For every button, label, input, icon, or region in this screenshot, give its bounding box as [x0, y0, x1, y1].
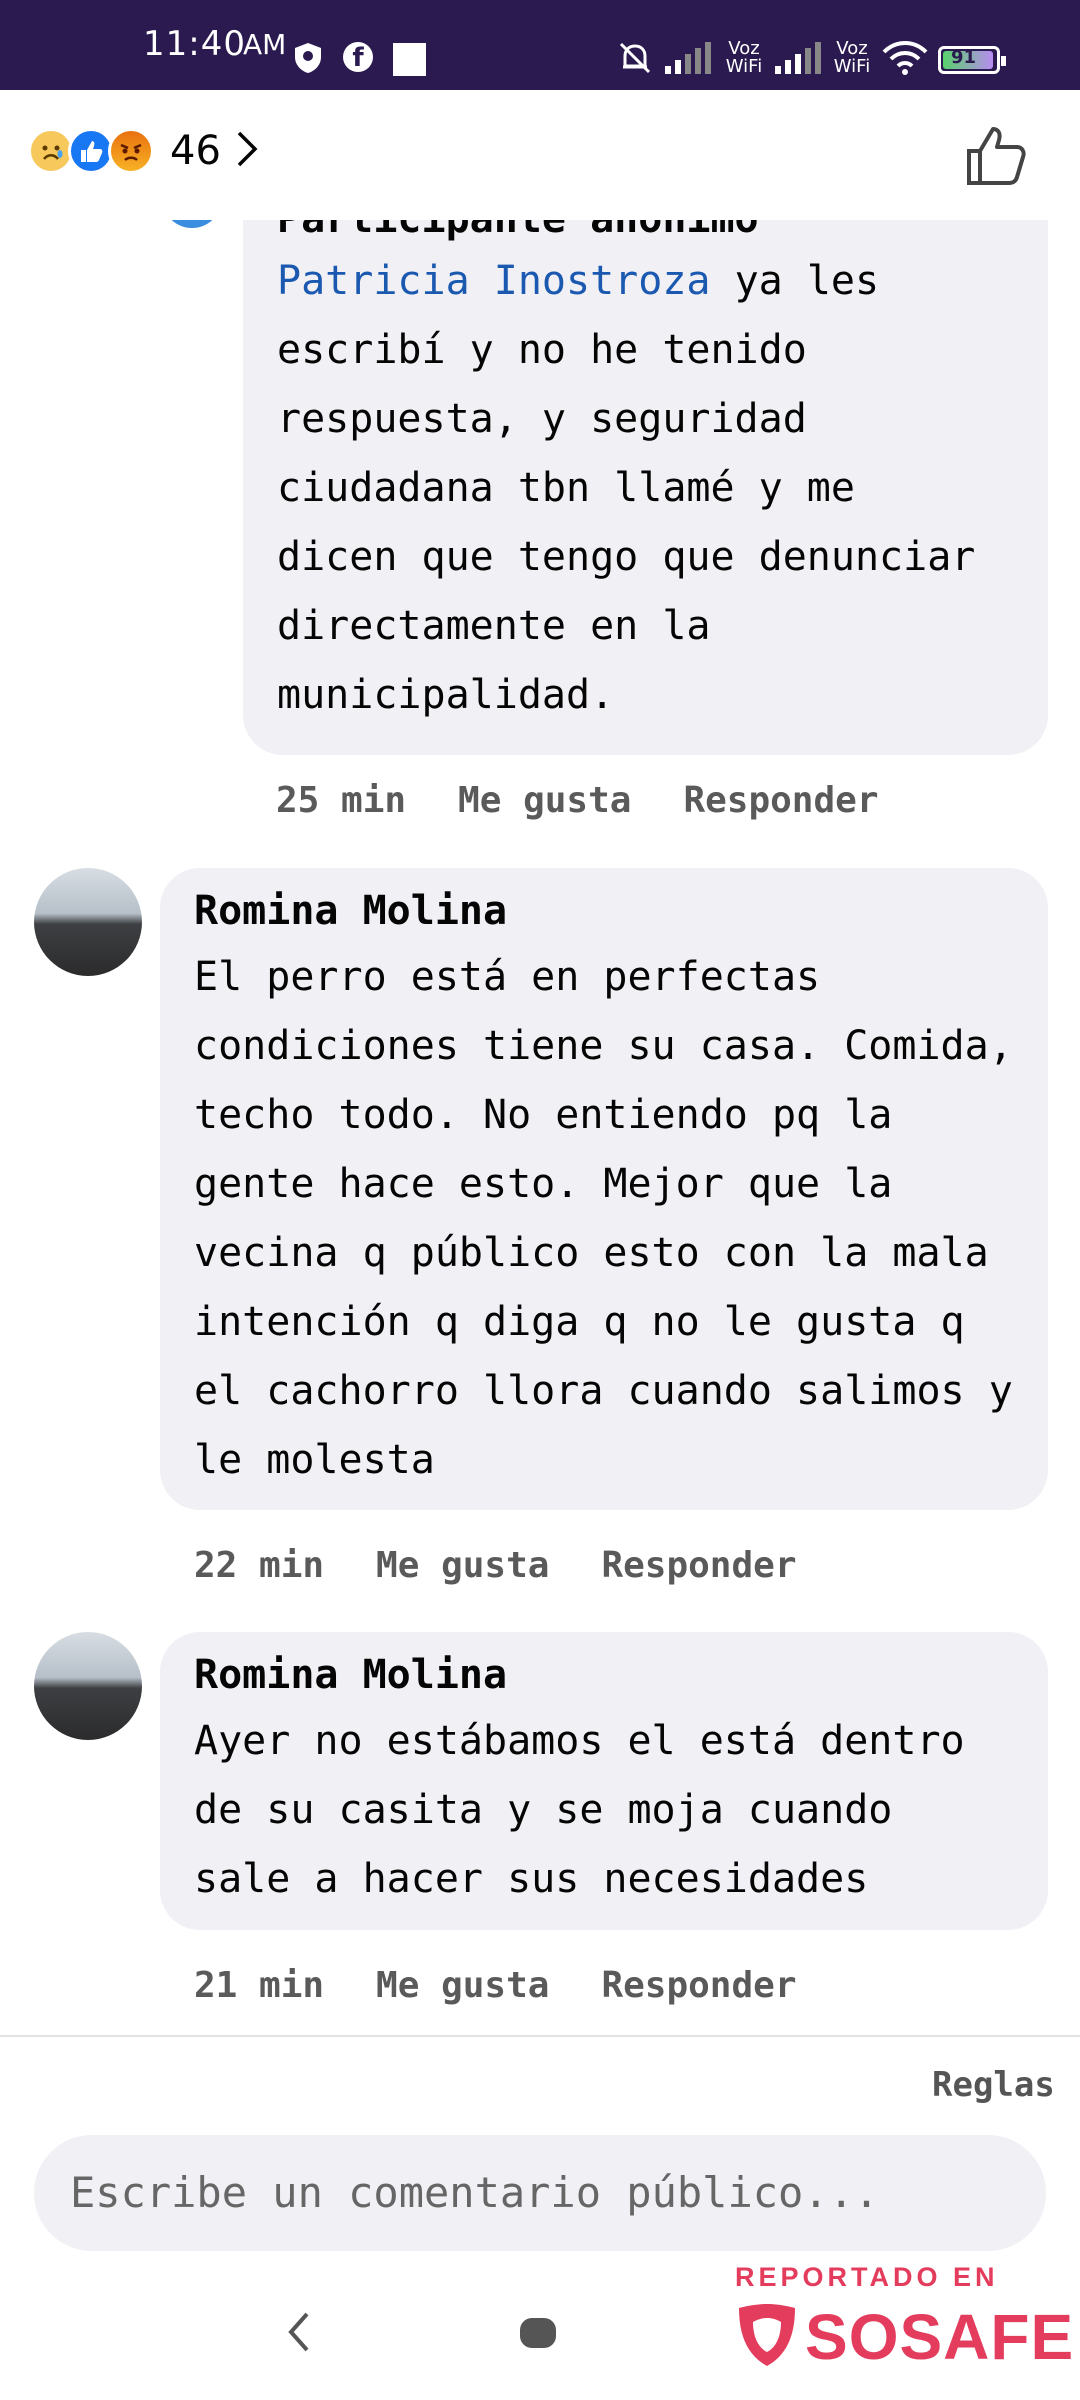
avatar[interactable]: [34, 1632, 142, 1740]
comment-line: ciudadana tbn llamé y me: [277, 465, 855, 511]
back-button[interactable]: [285, 2310, 313, 2358]
comment-line: condiciones tiene su casa. Comida,: [194, 1023, 1013, 1069]
comment-line: directamente en la: [277, 603, 711, 649]
chevron-right-icon: [235, 129, 259, 173]
reply-button[interactable]: Responder: [601, 1545, 796, 1586]
wifi-icon: [882, 40, 928, 80]
comment-time: 22 min: [194, 1545, 325, 1586]
watermark-logo: SOSAFE: [735, 2300, 1074, 2374]
watermark-caption: REPORTADO EN: [735, 2262, 999, 2292]
comment-line: respuesta, y seguridad: [277, 396, 807, 442]
rules-link[interactable]: Reglas: [932, 2065, 1055, 2105]
comment-meta: 21 min Me gusta Responder: [194, 1965, 849, 2006]
thumbs-up-outline-icon: [965, 127, 1027, 191]
comment-line: El perro está en perfectas: [194, 954, 821, 1000]
comment-text: Ayer no estábamos el está dentro de su c…: [194, 1707, 965, 1914]
comment-bubble: Romina Molina El perro está en perfectas…: [160, 868, 1048, 1510]
status-bar: 11:40 AM f Voz WiFi Voz WiFi 91: [0, 0, 1080, 90]
comment-line: de su casita y se moja cuando: [194, 1787, 893, 1833]
angry-face-icon: [108, 128, 154, 174]
comment-bubble: Participante anónimo Patricia Inostroza …: [243, 220, 1048, 755]
signal-icon-2: [775, 42, 821, 78]
reply-button[interactable]: Responder: [683, 780, 878, 821]
comment-line: vecina q público esto con la mala: [194, 1230, 989, 1276]
signal-icon-1: [665, 42, 711, 78]
like-comment-button[interactable]: Me gusta: [376, 1965, 549, 2006]
comment-author[interactable]: Romina Molina: [194, 1652, 507, 1698]
notification-square-icon: [393, 43, 426, 76]
status-time: 11:40: [143, 24, 246, 64]
watermark-brand: SOSAFE: [805, 2301, 1075, 2373]
reply-button[interactable]: Responder: [601, 1965, 796, 2006]
comment-line: ya les: [710, 258, 880, 304]
back-chevron-icon: [285, 2312, 313, 2358]
comment-line: le molesta: [194, 1437, 435, 1483]
like-comment-button[interactable]: Me gusta: [458, 780, 631, 821]
comment-bubble: Romina Molina Ayer no estábamos el está …: [160, 1632, 1048, 1930]
sosafe-shield-icon: [735, 2302, 799, 2372]
comment-line: municipalidad.: [277, 672, 615, 718]
facebook-icon: f: [343, 42, 373, 73]
comment-author[interactable]: Romina Molina: [194, 888, 507, 934]
avatar[interactable]: [34, 868, 142, 976]
anonymous-avatar[interactable]: [162, 220, 222, 228]
comment-line: sale a hacer sus necesidades: [194, 1856, 869, 1902]
comments-feed[interactable]: Participante anónimo Patricia Inostroza …: [0, 220, 1080, 2035]
comment-line: el cachorro llora cuando salimos y: [194, 1368, 1013, 1414]
comment-line: intención q diga q no le gusta q: [194, 1299, 965, 1345]
reaction-count: 46: [170, 128, 221, 174]
comment-time: 25 min: [276, 780, 407, 821]
like-post-button[interactable]: [965, 125, 1027, 191]
voz-wifi-label-1: Voz WiFi: [725, 38, 763, 77]
comment-line: gente hace esto. Mejor que la: [194, 1161, 893, 1207]
home-button[interactable]: [520, 2318, 556, 2348]
comment-meta: 25 min Me gusta Responder: [276, 780, 931, 821]
comment-time: 21 min: [194, 1965, 325, 2006]
comment-line: dicen que tengo que denunciar: [277, 534, 976, 580]
comment-line: techo todo. No entiendo pq la: [194, 1092, 893, 1138]
status-ampm: AM: [243, 28, 287, 61]
battery-icon: 91: [938, 46, 1006, 74]
voz-wifi-label-2: Voz WiFi: [833, 38, 871, 77]
like-comment-button[interactable]: Me gusta: [376, 1545, 549, 1586]
mute-bell-icon: [615, 38, 655, 82]
shield-icon: [293, 42, 323, 78]
comment-input[interactable]: Escribe un comentario público...: [34, 2135, 1046, 2251]
battery-level: 91: [951, 47, 977, 68]
mention-link[interactable]: Patricia Inostroza: [277, 258, 710, 304]
comment-meta: 22 min Me gusta Responder: [194, 1545, 849, 1586]
comment-author[interactable]: Participante anónimo: [277, 220, 759, 242]
comment-text: Patricia Inostroza ya les escribí y no h…: [277, 247, 975, 730]
divider: [0, 2035, 1080, 2037]
comment-line: Ayer no estábamos el está dentro: [194, 1718, 965, 1764]
comment-text: El perro está en perfectas condiciones t…: [194, 943, 1013, 1495]
reactions-summary[interactable]: 46: [28, 128, 259, 174]
comment-line: escribí y no he tenido: [277, 327, 807, 373]
